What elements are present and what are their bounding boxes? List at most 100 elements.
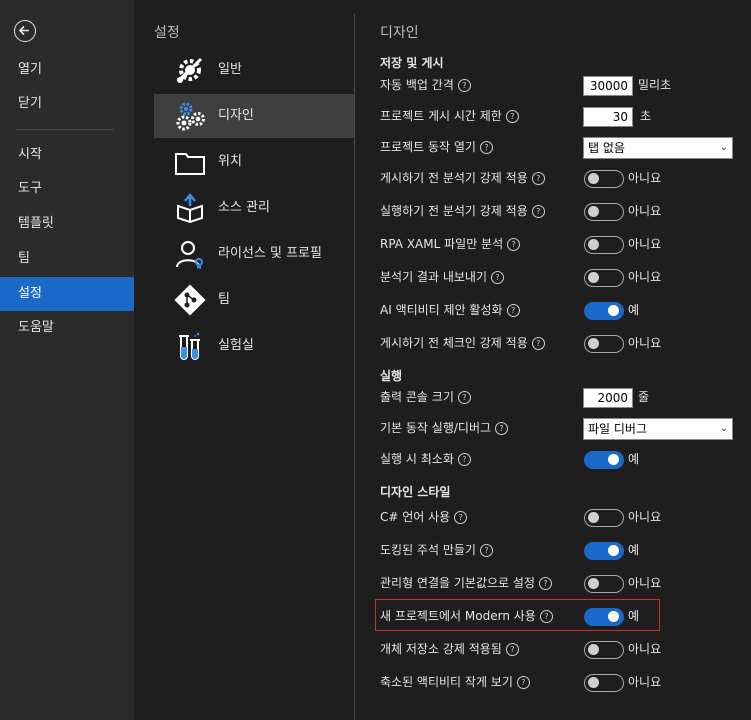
csharp-toggle[interactable] — [584, 509, 624, 527]
left-nav: 열기 닫기 시작 도구 템플릿 팀 설정 도움말 — [0, 0, 134, 720]
toggle-state: 아니요 — [628, 270, 662, 284]
default-run-label: 기본 동작 실행/디버그 — [380, 421, 492, 435]
category-general[interactable]: 일반 — [154, 48, 354, 92]
row-collapsed-small: 축소된 액티비티 작게 보기? 아니요 — [355, 666, 751, 699]
help-icon[interactable]: ? — [531, 205, 545, 218]
docked-annotations-toggle[interactable] — [584, 542, 624, 560]
git-icon — [174, 284, 206, 316]
row-minimize-run: 실행 시 최소화? 예 — [355, 443, 751, 476]
nav-divider — [16, 129, 114, 130]
nav-item-open[interactable]: 열기 — [0, 53, 134, 87]
category-source-control[interactable]: 소스 관리 — [154, 186, 354, 230]
help-icon[interactable]: ? — [457, 79, 471, 92]
ai-activity-toggle[interactable] — [584, 302, 624, 320]
nav-item-tools[interactable]: 도구 — [0, 172, 134, 206]
toggle-state: 아니요 — [628, 510, 662, 524]
help-icon[interactable]: ? — [454, 511, 468, 524]
nav-item-team[interactable]: 팀 — [0, 242, 134, 276]
folder-icon — [175, 153, 205, 175]
help-icon[interactable]: ? — [506, 304, 520, 317]
row-docked-annotations: 도킹된 주석 만들기? 예 — [355, 534, 751, 567]
toggle-state: 아니요 — [628, 171, 662, 185]
back-arrow-icon[interactable] — [14, 20, 36, 42]
help-icon[interactable]: ? — [479, 544, 493, 557]
analyzer-publish-toggle[interactable] — [584, 170, 624, 188]
csharp-label: C# 언어 사용 — [380, 510, 451, 524]
row-export-analyzer: 분석기 결과 내보내기? 아니요 — [355, 261, 751, 294]
autosave-unit: 밀리초 — [638, 78, 672, 92]
help-icon[interactable]: ? — [505, 110, 519, 123]
minimize-run-label: 실행 시 최소화 — [380, 452, 454, 466]
row-autosave-interval: 자동 백업 간격? 30000 밀리초 — [355, 69, 751, 102]
category-lab[interactable]: 실험실 — [154, 324, 354, 368]
default-run-value: 파일 디버그 — [588, 422, 648, 436]
nav-item-templates[interactable]: 템플릿 — [0, 207, 134, 241]
collapsed-small-label: 축소된 액티비티 작게 보기 — [380, 675, 513, 689]
help-icon[interactable]: ? — [531, 172, 545, 185]
toggle-state: 예 — [628, 609, 640, 623]
checkin-publish-label: 게시하기 전 체크인 강제 적용 — [380, 336, 528, 350]
help-icon[interactable]: ? — [538, 577, 552, 590]
toggle-state: 아니요 — [628, 642, 662, 656]
wrench-gear-icon — [177, 57, 203, 83]
rpa-xaml-toggle[interactable] — [584, 236, 624, 254]
help-icon[interactable]: ? — [516, 676, 530, 689]
console-size-input[interactable]: 2000 — [583, 388, 633, 408]
help-icon[interactable]: ? — [539, 610, 553, 623]
help-icon[interactable]: ? — [505, 643, 519, 656]
category-label: 실험실 — [218, 338, 254, 353]
collapsed-small-toggle[interactable] — [584, 674, 624, 692]
default-run-dropdown[interactable]: 파일 디버그 ⌄ — [583, 418, 733, 440]
publish-timeout-label: 프로젝트 게시 시간 제한 — [380, 109, 502, 123]
managed-connections-label: 관리형 연결을 기본값으로 설정 — [380, 576, 535, 590]
nav-item-settings[interactable]: 설정 — [0, 277, 134, 311]
object-repo-label: 개체 저장소 강제 적용됨 — [380, 642, 502, 656]
gears-icon — [176, 102, 205, 131]
category-license-profile[interactable]: 라이선스 및 프로필 — [154, 232, 354, 276]
project-open-label: 프로젝트 동작 열기 — [380, 140, 476, 154]
publish-timeout-input[interactable]: 30 — [583, 107, 633, 127]
object-repo-toggle[interactable] — [584, 641, 624, 659]
help-icon[interactable]: ? — [507, 238, 521, 251]
help-icon[interactable]: ? — [457, 391, 471, 404]
project-open-dropdown[interactable]: 탭 없음 ⌄ — [583, 137, 733, 159]
help-icon[interactable]: ? — [479, 141, 493, 154]
help-icon[interactable]: ? — [531, 337, 545, 350]
category-design[interactable]: 디자인 — [154, 94, 354, 138]
row-publish-timeout: 프로젝트 게시 시간 제한? 30 초 — [355, 100, 751, 133]
nav-item-help[interactable]: 도움말 — [0, 311, 134, 345]
checkin-publish-toggle[interactable] — [584, 335, 624, 353]
row-object-repository: 개체 저장소 강제 적용됨? 아니요 — [355, 633, 751, 666]
managed-connections-toggle[interactable] — [584, 575, 624, 593]
category-label: 위치 — [218, 154, 242, 169]
export-analyzer-toggle[interactable] — [584, 269, 624, 287]
analyzer-run-toggle[interactable] — [584, 203, 624, 221]
console-size-unit: 줄 — [638, 390, 650, 404]
category-label: 라이선스 및 프로필 — [218, 246, 322, 261]
help-icon[interactable]: ? — [495, 422, 509, 435]
row-checkin-publish: 게시하기 전 체크인 강제 적용? 아니요 — [355, 327, 751, 360]
row-managed-connections: 관리형 연결을 기본값으로 설정? 아니요 — [355, 567, 751, 600]
nav-item-close[interactable]: 닫기 — [0, 87, 134, 121]
category-location[interactable]: 위치 — [154, 140, 354, 184]
analyzer-run-label: 실행하기 전 분석기 강제 적용 — [380, 204, 528, 218]
help-icon[interactable]: ? — [491, 271, 504, 284]
toggle-state: 아니요 — [628, 675, 662, 689]
flask-icon — [179, 332, 200, 360]
docked-annotations-label: 도킹된 주석 만들기 — [380, 543, 476, 557]
chevron-down-icon: ⌄ — [719, 142, 728, 153]
help-icon[interactable]: ? — [457, 453, 471, 466]
category-team[interactable]: 팀 — [154, 278, 354, 322]
toggle-state: 아니요 — [628, 237, 662, 251]
row-default-run: 기본 동작 실행/디버그? 파일 디버그 ⌄ — [355, 412, 751, 445]
row-csharp: C# 언어 사용? 아니요 — [355, 501, 751, 534]
row-project-open: 프로젝트 동작 열기? 탭 없음 ⌄ — [355, 131, 751, 164]
settings-header: 설정 — [154, 25, 180, 41]
minimize-run-toggle[interactable] — [584, 451, 624, 469]
autosave-interval-input[interactable]: 30000 — [583, 76, 633, 96]
row-console-size: 출력 콘솔 크기? 2000 줄 — [355, 381, 751, 414]
category-label: 일반 — [218, 62, 242, 77]
toggle-state: 아니요 — [628, 576, 662, 590]
modern-new-toggle[interactable] — [584, 608, 624, 626]
nav-item-start[interactable]: 시작 — [0, 138, 134, 172]
